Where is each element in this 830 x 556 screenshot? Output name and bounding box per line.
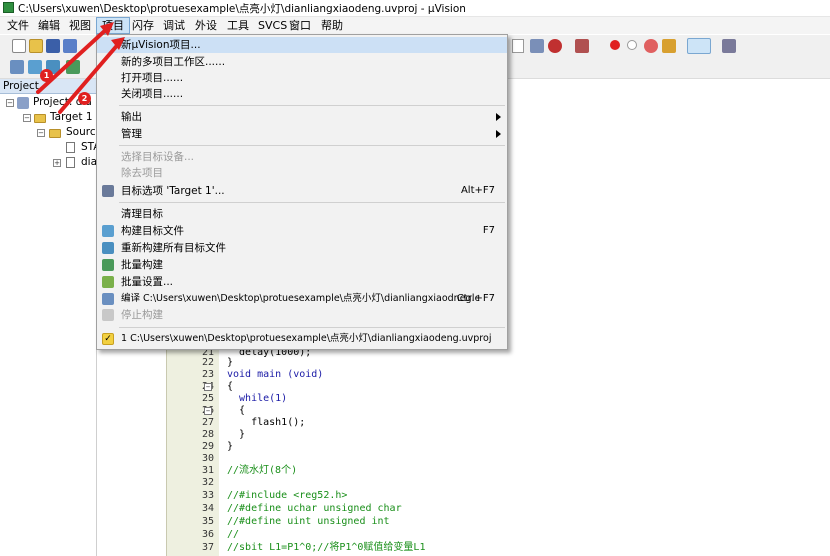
annotation-badge-1: 1	[40, 69, 53, 82]
annotation-arrow-2	[58, 37, 125, 114]
annotation-arrow-1	[36, 22, 114, 94]
annotation-badge-2: 2	[78, 92, 91, 105]
annotation-overlay	[36, 22, 125, 114]
